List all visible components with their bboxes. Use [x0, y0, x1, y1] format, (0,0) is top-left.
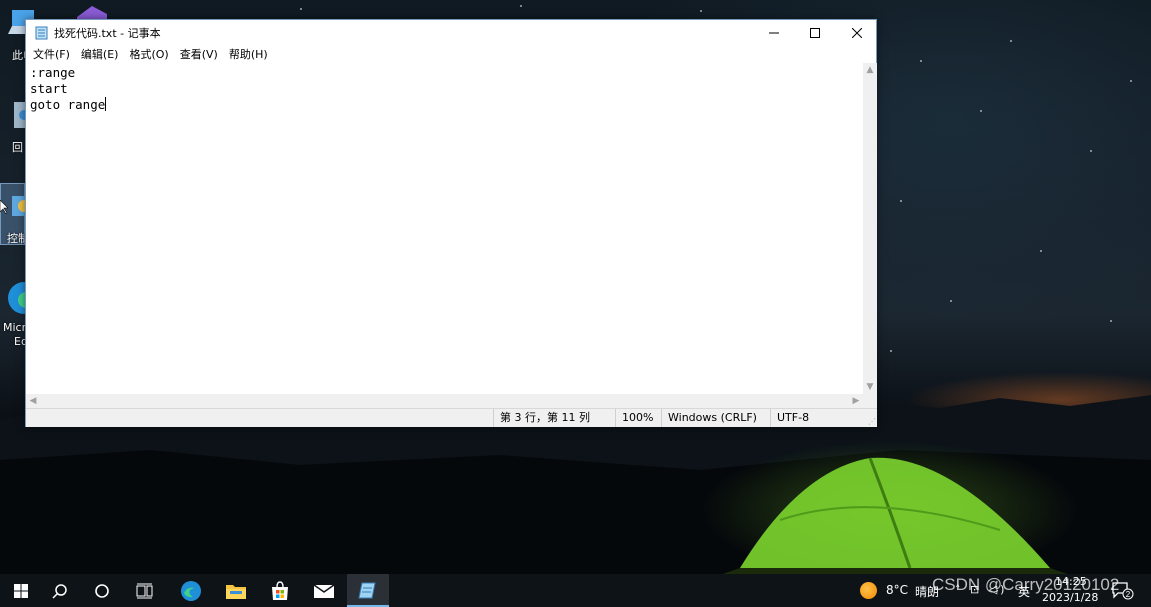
weather-sun-icon[interactable] — [860, 582, 877, 599]
vertical-scrollbar[interactable]: ▲ ▼ — [863, 63, 877, 394]
editor-line: :range — [30, 65, 76, 80]
maximize-button[interactable] — [794, 20, 835, 45]
status-cursor-position: 第 3 行，第 11 列 — [493, 409, 614, 427]
notification-count: 2 — [1126, 590, 1131, 599]
scroll-up-arrow-icon[interactable]: ▲ — [863, 63, 877, 77]
weather-temperature[interactable]: 8°C — [886, 583, 908, 597]
search-icon — [52, 583, 67, 599]
text-editor-area[interactable]: :range start goto range — [26, 63, 863, 394]
mouse-cursor-icon — [0, 200, 8, 214]
task-view-button[interactable] — [124, 574, 166, 607]
microsoft-store-icon — [272, 580, 288, 600]
search-button[interactable] — [39, 574, 81, 607]
menu-edit[interactable]: 编辑(E) — [80, 46, 125, 62]
mail-icon — [313, 583, 335, 598]
notepad-window: 找死代码.txt - 记事本 文件(F) 编辑(E) 格式(O) 查看(V) 帮… — [25, 19, 877, 427]
edge-icon — [181, 580, 201, 601]
scroll-down-arrow-icon[interactable]: ▼ — [863, 380, 877, 394]
task-view-icon — [136, 583, 153, 598]
tent-image — [722, 457, 1068, 574]
menu-format[interactable]: 格式(O) — [128, 46, 174, 62]
desktop-label-recycle-bin: 回 — [12, 141, 23, 154]
taskbar-mail-button[interactable] — [303, 574, 345, 607]
menu-view[interactable]: 查看(V) — [179, 46, 224, 62]
menu-file[interactable]: 文件(F) — [32, 46, 76, 62]
scroll-corner — [863, 394, 877, 408]
cortana-button[interactable] — [81, 574, 123, 607]
notepad-app-icon — [35, 26, 48, 39]
watermark-text: CSDN @Carry20120102 — [932, 575, 1120, 594]
scroll-right-arrow-icon[interactable]: ▶ — [849, 394, 863, 408]
menu-bar: 文件(F) 编辑(E) 格式(O) 查看(V) 帮助(H) — [26, 45, 876, 62]
close-button[interactable] — [836, 20, 877, 45]
taskbar-notepad-button[interactable] — [347, 574, 389, 607]
window-title: 找死代码.txt - 记事本 — [54, 26, 161, 40]
folder-icon — [226, 584, 246, 599]
taskbar-store-button[interactable] — [259, 574, 301, 607]
status-bar: 第 3 行，第 11 列 100% Windows (CRLF) UTF-8 ⋰ — [26, 408, 877, 427]
taskbar-file-explorer-button[interactable] — [215, 574, 257, 607]
menu-help[interactable]: 帮助(H) — [228, 46, 274, 62]
text-caret — [105, 97, 107, 111]
close-icon — [851, 27, 862, 38]
notepad-taskbar-icon — [358, 582, 376, 598]
title-bar[interactable]: 找死代码.txt - 记事本 — [26, 20, 876, 45]
windows-logo-icon — [14, 583, 28, 598]
minimize-icon — [768, 32, 779, 33]
status-zoom: 100% — [615, 409, 660, 427]
editor-line: start — [30, 81, 68, 96]
cortana-circle-icon — [95, 583, 109, 598]
resize-grip-icon[interactable]: ⋰ — [868, 417, 876, 426]
status-encoding: UTF-8 — [770, 409, 877, 427]
scroll-left-arrow-icon[interactable]: ◀ — [26, 394, 40, 408]
editor-line-with-caret: goto range — [30, 97, 859, 113]
horizontal-scrollbar[interactable]: ◀ ▶ — [26, 394, 863, 408]
status-line-ending: Windows (CRLF) — [661, 409, 769, 427]
maximize-icon — [809, 27, 820, 38]
taskbar-edge-button[interactable] — [170, 574, 212, 607]
start-button[interactable] — [0, 574, 42, 607]
editor-line-text: goto range — [30, 97, 106, 112]
minimize-button[interactable] — [753, 20, 794, 45]
